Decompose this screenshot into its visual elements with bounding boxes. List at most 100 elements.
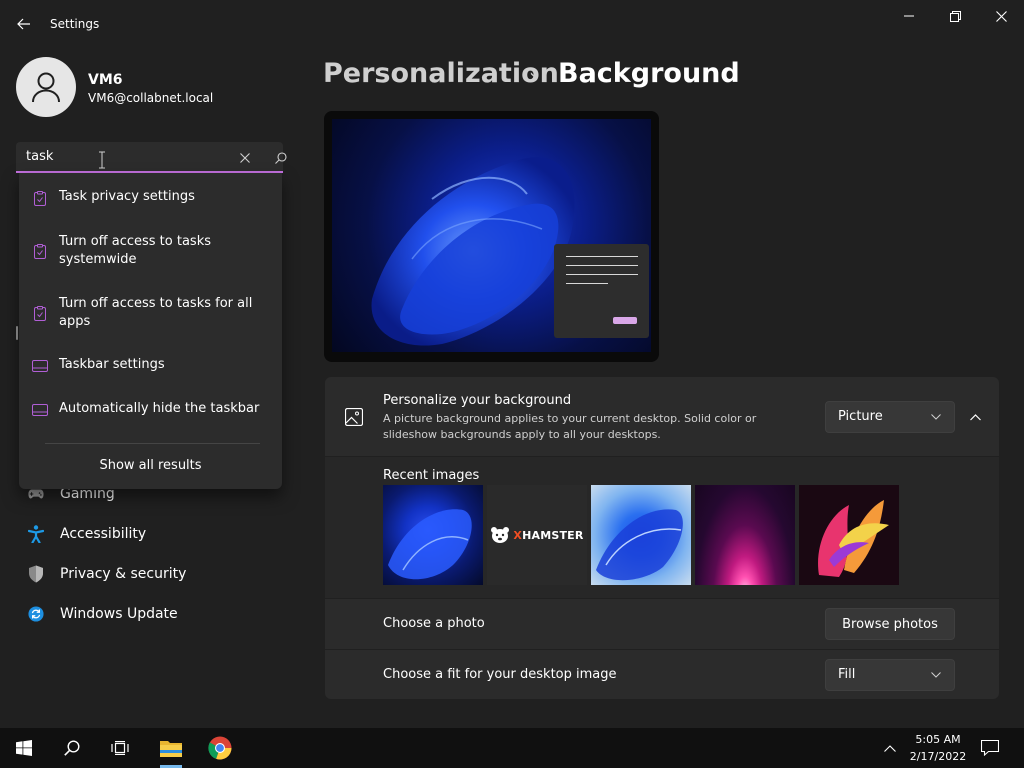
clear-search-button[interactable] [234, 148, 256, 168]
card-title: Personalize your background [383, 393, 572, 408]
browse-photos-button[interactable]: Browse photos [825, 608, 955, 640]
background-type-dropdown[interactable]: Picture [825, 401, 955, 433]
minimize-icon [904, 15, 914, 17]
title-bar: Settings [0, 0, 1024, 48]
choose-photo-label: Choose a photo [383, 616, 485, 631]
search-icon [275, 152, 287, 164]
profile-name: VM6 [88, 72, 123, 88]
search-result-item[interactable]: Turn off access to tasks for all apps [19, 295, 282, 331]
desktop-preview [324, 111, 659, 362]
dropdown-value: Picture [838, 409, 883, 424]
search-result-label: Turn off access to tasks systemwide [59, 234, 211, 267]
dropdown-value: Fill [838, 667, 856, 682]
search-result-item[interactable]: Automatically hide the taskbar [19, 399, 282, 419]
choose-photo-row: Choose a photo Browse photos [325, 599, 999, 649]
arrow-left-icon [17, 18, 30, 30]
fit-dropdown[interactable]: Fill [825, 659, 955, 691]
preview-line [566, 256, 638, 257]
app-title: Settings [50, 17, 100, 31]
chrome-icon [208, 736, 232, 760]
chevron-down-icon [930, 669, 942, 681]
user-icon [32, 72, 60, 103]
recent-images-section: Recent images XHAMSTER [325, 457, 999, 598]
recent-image-thumbnail[interactable] [695, 485, 795, 585]
close-icon [995, 10, 1007, 22]
taskbar-search-button[interactable] [48, 728, 96, 768]
chrome-button[interactable] [196, 728, 244, 768]
task-view-button[interactable] [96, 728, 144, 768]
sidebar-item-label: Windows Update [60, 606, 178, 622]
choose-fit-row: Choose a fit for your desktop image Fill [325, 650, 999, 699]
search-result-item[interactable]: Turn off access to tasks systemwide [19, 233, 282, 269]
search-box[interactable] [16, 142, 287, 173]
restore-icon [949, 10, 961, 22]
recent-image-thumbnail[interactable] [591, 485, 691, 585]
preview-line [566, 265, 638, 266]
preview-line [566, 274, 638, 275]
choose-fit-label: Choose a fit for your desktop image [383, 667, 617, 682]
file-explorer-icon [160, 741, 182, 757]
search-results-dropdown: Task privacy settings Turn off access to… [19, 173, 282, 489]
update-icon [28, 606, 44, 622]
brand-text: XHAMSTER [513, 528, 584, 542]
notification-icon [981, 740, 999, 756]
show-hidden-icons-button[interactable] [880, 738, 900, 758]
clock-date: 2/17/2022 [909, 750, 967, 763]
preview-button [613, 317, 637, 324]
search-submit-button[interactable] [270, 148, 292, 168]
taskbar-clock[interactable]: 5:05 AM 2/17/2022 [906, 731, 970, 765]
close-icon [240, 153, 250, 163]
back-button[interactable] [12, 12, 36, 36]
start-button[interactable] [0, 728, 48, 768]
page-title: Background [558, 58, 740, 89]
taskbar-icon [31, 357, 49, 375]
sidebar-item-label: Privacy & security [60, 566, 187, 582]
image-icon [344, 407, 364, 427]
search-result-label: Automatically hide the taskbar [59, 401, 260, 416]
profile-email: VM6@collabnet.local [88, 91, 214, 105]
recent-image-thumbnail[interactable]: XHAMSTER [487, 485, 587, 585]
recent-image-thumbnail[interactable] [383, 485, 483, 585]
clock-time: 5:05 AM [915, 733, 961, 746]
clipboard-icon [31, 242, 49, 260]
nav-selection-indicator [16, 326, 18, 340]
divider [45, 443, 260, 444]
file-explorer-button[interactable] [147, 728, 195, 768]
clipboard-icon [31, 304, 49, 322]
restore-button[interactable] [932, 4, 978, 28]
search-result-item[interactable]: Taskbar settings [19, 355, 282, 375]
search-icon [64, 740, 80, 756]
search-input[interactable] [26, 149, 216, 164]
clipboard-icon [31, 189, 49, 207]
windows-start-icon [16, 740, 32, 756]
hamster-logo-icon [491, 527, 510, 543]
preview-window-mock [554, 244, 649, 338]
avatar[interactable] [16, 57, 76, 117]
search-result-label: Taskbar settings [59, 357, 165, 372]
task-view-icon [111, 741, 129, 755]
sidebar-item-label: Accessibility [60, 526, 147, 542]
shield-icon [28, 565, 44, 583]
chevron-up-icon [884, 744, 896, 752]
minimize-button[interactable] [886, 4, 932, 28]
show-all-results-link[interactable]: Show all results [19, 458, 282, 473]
notifications-button[interactable] [978, 736, 1002, 760]
close-button[interactable] [978, 4, 1024, 28]
chevron-up-icon [969, 413, 981, 420]
personalize-background-card: Personalize your background A picture ba… [325, 377, 999, 456]
text-cursor-icon [99, 151, 105, 169]
taskbar-icon [31, 401, 49, 419]
collapse-button[interactable] [964, 406, 986, 428]
sidebar-item-privacy[interactable]: Privacy & security [16, 556, 283, 592]
recent-images-title: Recent images [383, 468, 480, 483]
search-result-label: Task privacy settings [59, 189, 195, 204]
breadcrumb-parent[interactable]: Personalization [323, 58, 559, 89]
taskbar: 5:05 AM 2/17/2022 [0, 728, 1024, 768]
preview-line [566, 283, 608, 284]
sidebar-item-accessibility[interactable]: Accessibility [16, 516, 283, 552]
breadcrumb-separator: › [529, 64, 537, 88]
sidebar-item-windows-update[interactable]: Windows Update [16, 596, 283, 632]
recent-image-thumbnail[interactable] [799, 485, 899, 585]
chevron-down-icon [930, 411, 942, 423]
search-result-item[interactable]: Task privacy settings [19, 187, 282, 207]
